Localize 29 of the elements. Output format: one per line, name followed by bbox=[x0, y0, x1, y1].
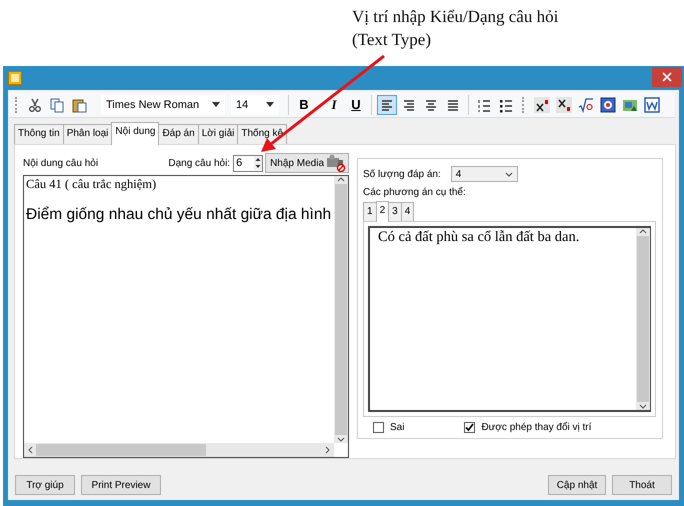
tab[interactable]: Thông tin bbox=[14, 124, 64, 144]
field-label: Các phương án cụ thể: bbox=[363, 186, 466, 198]
tab[interactable]: Nội dung bbox=[111, 122, 160, 145]
underline-button[interactable]: U bbox=[346, 94, 366, 114]
tab[interactable]: 1 bbox=[363, 202, 377, 221]
footer-button[interactable]: Trợ giúp bbox=[15, 475, 75, 495]
section-label: Nội dung câu hỏi bbox=[23, 158, 100, 168]
question-editor[interactable]: Câu 41 ( câu trắc nghiệm) Điểm giống nhau chủ yếu nhất giữa địa hình bbox=[23, 175, 349, 458]
tab[interactable]: 2 bbox=[376, 201, 390, 222]
editor-text: Điểm giống nhau chủ yếu nhất giữa địa hình bbox=[26, 206, 332, 224]
media-button[interactable]: Nhập Media bbox=[265, 153, 349, 173]
footer-button[interactable]: Cập nhật bbox=[548, 475, 606, 495]
annotation-text: Vị trí nhập Kiểu/Dạng câu hỏi (Text Type) bbox=[352, 6, 560, 51]
footer-button[interactable]: Thoát bbox=[612, 475, 672, 495]
tab[interactable]: 4 bbox=[400, 202, 414, 221]
bold-button[interactable]: B bbox=[294, 94, 314, 114]
italic-button[interactable]: I bbox=[324, 94, 344, 114]
answer-editor[interactable]: Có cả đất phù sa cổ lẫn đất ba dan. bbox=[368, 226, 651, 412]
field-label: Số lượng đáp án: bbox=[363, 168, 441, 180]
footer-button[interactable]: Print Preview bbox=[81, 475, 161, 495]
font-size-dropdown[interactable]: 14 bbox=[231, 94, 279, 114]
font-dropdown[interactable]: Times New Roman bbox=[101, 94, 225, 114]
checkbox-label: Được phép thay đổi vị trí bbox=[481, 422, 592, 433]
editor-text: Câu 41 ( câu trắc nghiệm) bbox=[26, 177, 158, 192]
editor-text: Có cả đất phù sa cổ lẫn đất ba dan. bbox=[377, 228, 580, 247]
question-type-spinner[interactable]: 6 bbox=[233, 154, 264, 172]
field-label: Dạng câu hỏi: bbox=[168, 158, 230, 168]
answer-count-dropdown[interactable]: 4 bbox=[450, 166, 518, 182]
checkbox-label: Sai bbox=[390, 422, 404, 433]
